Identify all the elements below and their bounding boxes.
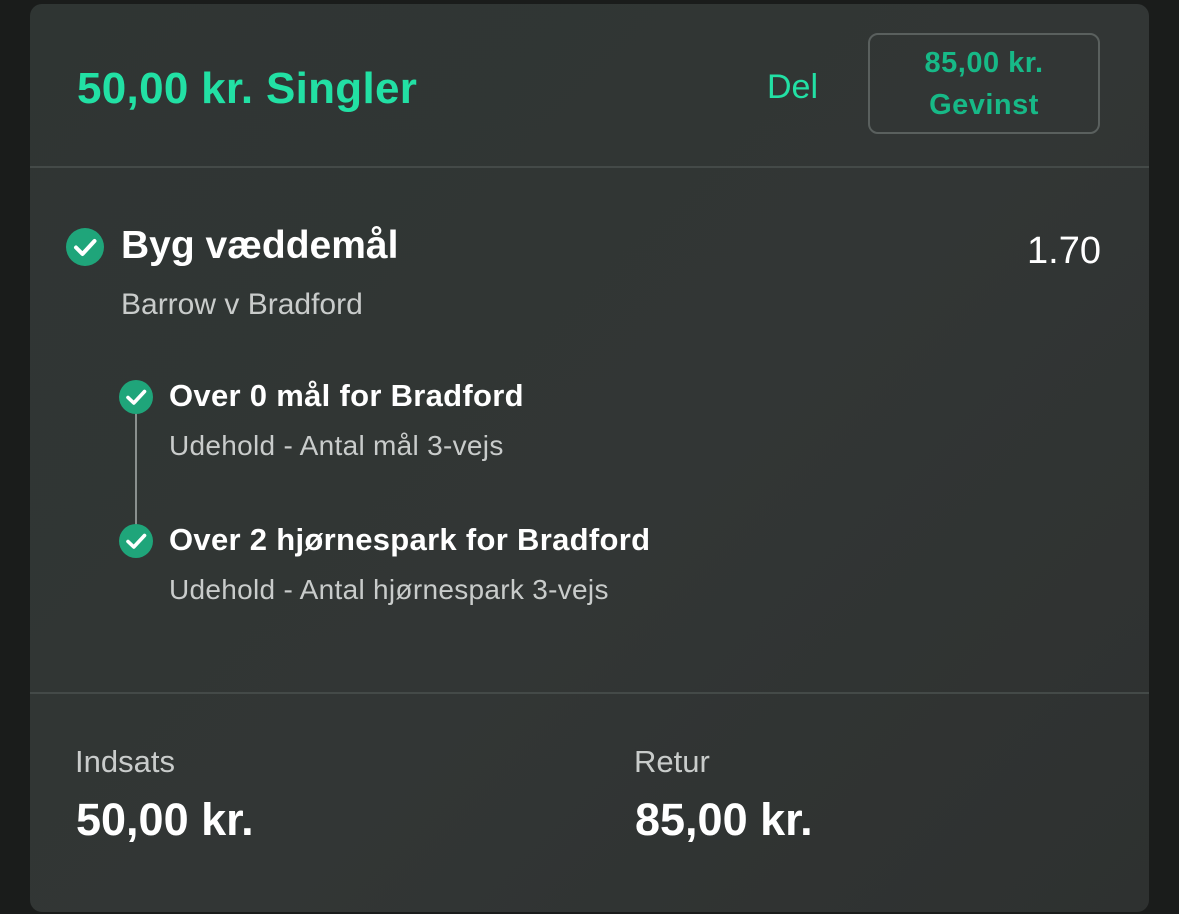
- stake-label: Indsats: [75, 744, 175, 779]
- bet-type-title: 50,00 kr. Singler: [77, 64, 418, 113]
- leg-title: Over 2 hjørnespark for Bradford: [169, 522, 651, 557]
- return-label: Retur: [634, 744, 710, 779]
- bet-summary: Indsats 50,00 kr. Retur 85,00 kr.: [30, 694, 1149, 912]
- match-name: Barrow v Bradford: [121, 288, 363, 321]
- bet-header: 50,00 kr. Singler Del 85,00 kr. Gevinst: [30, 4, 1149, 168]
- winnings-label: Gevinst: [929, 88, 1039, 121]
- legs-connector-line: [135, 393, 137, 533]
- winnings-amount: 85,00 kr.: [924, 46, 1044, 79]
- share-button[interactable]: Del: [767, 68, 818, 107]
- bet-card: 50,00 kr. Singler Del 85,00 kr. Gevinst …: [30, 4, 1149, 912]
- leg-subtitle: Udehold - Antal mål 3-vejs: [169, 430, 504, 461]
- winnings-badge: 85,00 kr. Gevinst: [868, 33, 1100, 134]
- check-circle-icon: [66, 228, 104, 266]
- return-value: 85,00 kr.: [635, 794, 813, 845]
- check-circle-icon: [119, 524, 153, 558]
- check-circle-icon: [119, 380, 153, 414]
- bet-odds: 1.70: [1027, 230, 1101, 272]
- stake-value: 50,00 kr.: [76, 794, 254, 845]
- leg-subtitle: Udehold - Antal hjørnespark 3-vejs: [169, 574, 609, 605]
- bet-title: Byg væddemål: [121, 224, 399, 267]
- leg-title: Over 0 mål for Bradford: [169, 378, 524, 413]
- bet-details: Byg væddemål 1.70 Barrow v Bradford Over…: [30, 168, 1149, 694]
